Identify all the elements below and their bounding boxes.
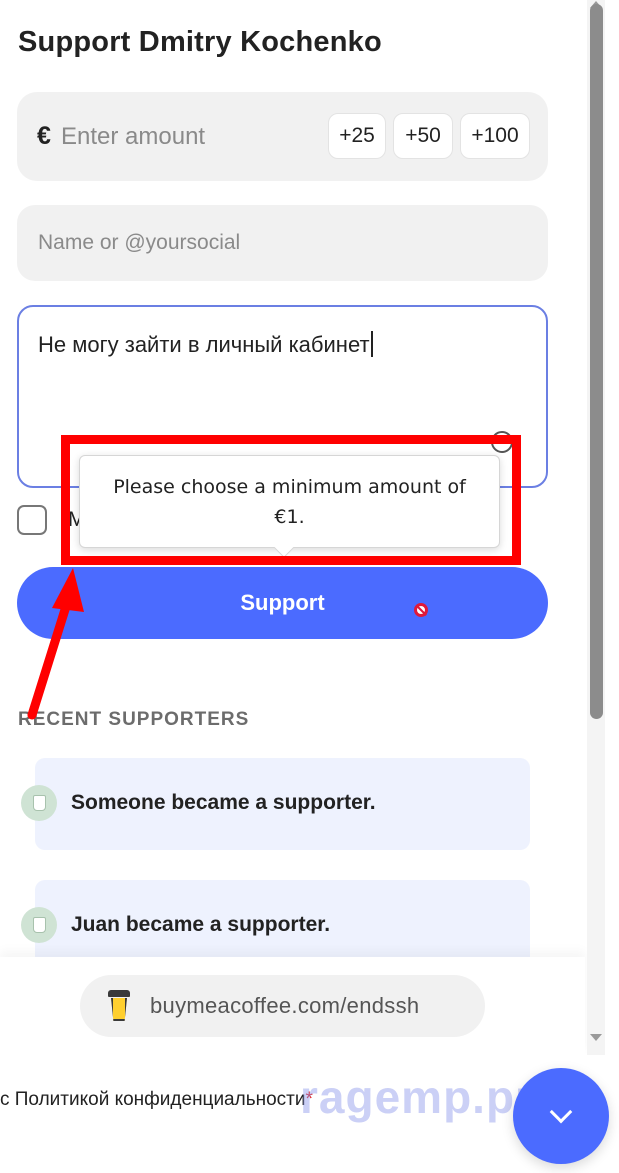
annotation-arrow: [27, 568, 84, 720]
